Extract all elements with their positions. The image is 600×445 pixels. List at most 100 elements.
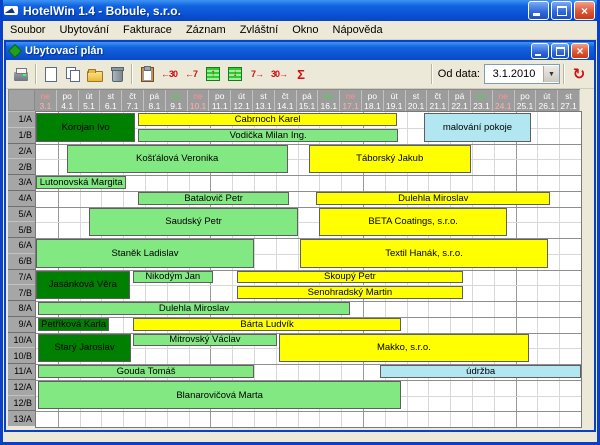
booking-bar-stary-jaroslav[interactable]: Starý Jaroslav <box>38 333 131 362</box>
day-header-15.1: pá 15.1 <box>297 90 319 112</box>
booking-bar-petrikova-karla[interactable]: Petříková Karla <box>38 317 110 331</box>
print-button[interactable] <box>10 63 32 85</box>
back-30-days-icon: ←30 <box>160 68 178 79</box>
open-button[interactable] <box>84 63 106 85</box>
plan-close-button[interactable]: × <box>571 43 589 59</box>
sum-button[interactable]: Σ <box>290 63 312 85</box>
new-button[interactable] <box>40 63 62 85</box>
refresh-button[interactable]: ↻ <box>568 63 590 85</box>
booking-bar-nikodym-jan[interactable]: Nikodým Jan <box>133 270 213 284</box>
booking-bar-cabrnoch-karel[interactable]: Cabrnoch Karel <box>138 113 397 126</box>
booking-bar-senohradsky-martin[interactable]: Senohradský Martin <box>236 286 464 299</box>
day-header-22.1: pá 22.1 <box>449 90 471 112</box>
day-header-12.1: út 12.1 <box>231 90 253 112</box>
booking-bar-stanek-ladislav[interactable]: Staněk Ladislav <box>36 239 254 268</box>
from-date-value: 3.1.2010 <box>492 68 536 80</box>
booking-bar-blanarovicova-marta[interactable]: Blanarovičová Marta <box>38 380 402 410</box>
day-date: 7.1 <box>126 101 139 111</box>
booking-bar-taborsky-jakub[interactable]: Táborský Jakub <box>308 144 471 173</box>
day-header-18.1: po 18.1 <box>362 90 384 112</box>
plan-maximize-button[interactable] <box>551 43 569 59</box>
room-label-10-b: 10/B <box>8 347 35 363</box>
room-label-10-a: 10/A <box>8 331 35 348</box>
menu-item-napoveda[interactable]: Nápověda <box>326 22 390 38</box>
back-7-days-button[interactable]: ←7 <box>180 63 202 85</box>
day-header-13.1: st 13.1 <box>253 90 275 112</box>
copy-button[interactable] <box>62 63 84 85</box>
booking-bar-batalovic-petr[interactable]: Batalovič Petr <box>138 191 289 205</box>
booking-grid[interactable]: Korojan Ivo Cabrnoch Karel Vodička Milan I… <box>35 111 582 428</box>
day-header-6.1: st 6.1 <box>100 90 123 112</box>
day-date: 14.1 <box>276 101 294 111</box>
booking-bar-lutonovska-margita[interactable]: Lutonovská Margita <box>36 176 127 189</box>
room-label-12-b: 12/B <box>8 394 35 411</box>
booking-bar-udrzba[interactable]: údržba <box>380 365 581 378</box>
move-up-button[interactable]: ↑ <box>202 63 224 85</box>
menu-item-zaznam[interactable]: Záznam <box>179 22 233 38</box>
day-header-10.1: ne 10.1 <box>188 90 210 112</box>
forward-30-days-button[interactable]: 30→ <box>268 63 290 85</box>
room-label-column: 1/A 1/B 2/A 2/B 3/A 4/A 5/A 5/B 6/A 6/B 7/A 7/B 8/A 9… <box>8 111 35 426</box>
toolbar-separator <box>430 64 433 84</box>
trash-icon <box>110 66 124 82</box>
menu-item-ubytovani[interactable]: Ubytování <box>52 22 116 38</box>
forward-7-days-button[interactable]: 7→ <box>246 63 268 85</box>
booking-bar-saudsky-petr[interactable]: Saudský Petr <box>89 207 298 236</box>
move-down-button[interactable]: ↓ <box>224 63 246 85</box>
toolbar-separator <box>131 64 133 84</box>
day-name: čt <box>281 91 289 101</box>
room-label-3-a: 3/A <box>8 174 35 190</box>
menu-item-fakturace[interactable]: Fakturace <box>116 22 179 38</box>
room-label-1-a: 1/A <box>8 111 35 127</box>
toolbar-separator <box>35 64 37 84</box>
day-header-11.1: po 11.1 <box>209 90 232 112</box>
booking-bar-barta-ludvik[interactable]: Bárta Ludvík <box>133 317 402 331</box>
plan-window-title: Ubytovací plán <box>25 45 104 57</box>
maximize-button[interactable] <box>551 1 572 20</box>
booking-bar-dulehla-miroslav[interactable]: Dulehla Miroslav <box>316 191 551 205</box>
booking-bar-kostalova-veronika[interactable]: Košťálová Veronika <box>66 144 288 173</box>
move-up-icon: ↑ <box>206 67 220 81</box>
day-header-8.1: pá 8.1 <box>144 90 166 112</box>
plan-minimize-button[interactable] <box>531 43 549 59</box>
new-page-icon <box>45 66 57 82</box>
minimize-button[interactable] <box>528 1 549 20</box>
day-name: ne <box>193 91 203 101</box>
booking-bar-skoupy-petr[interactable]: Skoupý Petr <box>236 270 464 284</box>
day-name: st <box>260 91 267 101</box>
close-button[interactable]: × <box>574 1 595 20</box>
chevron-down-icon[interactable]: ▼ <box>543 66 559 82</box>
booking-bar-jasankova-vera[interactable]: Jasánková Věra <box>36 270 130 299</box>
booking-bar-gouda-tomas[interactable]: Gouda Tomáš <box>38 365 254 378</box>
plan-toolbar: ←30 ←7 ↑ ↓ 7→ 30→ Σ Od data: 3.1.2010 ▼ ↻ <box>6 60 594 89</box>
room-label-4-a: 4/A <box>8 189 35 206</box>
calendar-corner <box>8 89 35 111</box>
booking-bar-textil-hanak-s-r-o-[interactable]: Textil Hanák, s.r.o. <box>299 239 549 268</box>
day-name: čt <box>129 91 136 101</box>
day-date: 9.1 <box>170 101 183 111</box>
from-date-label: Od data: <box>437 68 480 80</box>
menu-item-okno[interactable]: Okno <box>285 22 325 38</box>
day-header-5.1: út 5.1 <box>79 90 101 112</box>
booking-bar-vodicka-milan-ing-[interactable]: Vodička Milan Ing. <box>138 128 398 142</box>
delete-button[interactable] <box>106 63 128 85</box>
booking-bar-makko-s-r-o-[interactable]: Makko, s.r.o. <box>279 333 529 362</box>
booking-bar-dulehla-miroslav[interactable]: Dulehla Miroslav <box>38 302 350 315</box>
toolbar-separator <box>563 64 565 84</box>
day-date: 11.1 <box>211 101 228 111</box>
room-label-11-a: 11/A <box>8 363 35 379</box>
menu-item-zvlastni[interactable]: Zvláštní <box>233 22 286 38</box>
booking-bar-malovani-pokoje[interactable]: malování pokoje <box>424 113 531 142</box>
day-date: 20.1 <box>407 101 425 111</box>
from-date-combobox[interactable]: 3.1.2010 ▼ <box>484 64 560 84</box>
menu-item-soubor[interactable]: Soubor <box>3 22 52 38</box>
paste-button[interactable] <box>136 63 158 85</box>
day-header-17.1: ne 17.1 <box>340 90 362 112</box>
day-name: pá <box>302 91 312 101</box>
booking-bar-mitrovsky-vaclav[interactable]: Mitrovský Václav <box>133 333 277 347</box>
minimize-icon <box>533 13 540 16</box>
booking-bar-beta-coatings-s-r-o-[interactable]: BETA Coatings, s.r.o. <box>319 207 507 236</box>
main-titlebar: HotelWin 1.4 - Bobule, s.r.o. × <box>0 0 600 21</box>
booking-bar-korojan-ivo[interactable]: Korojan Ivo <box>36 113 136 142</box>
back-30-days-button[interactable]: ←30 <box>158 63 180 85</box>
